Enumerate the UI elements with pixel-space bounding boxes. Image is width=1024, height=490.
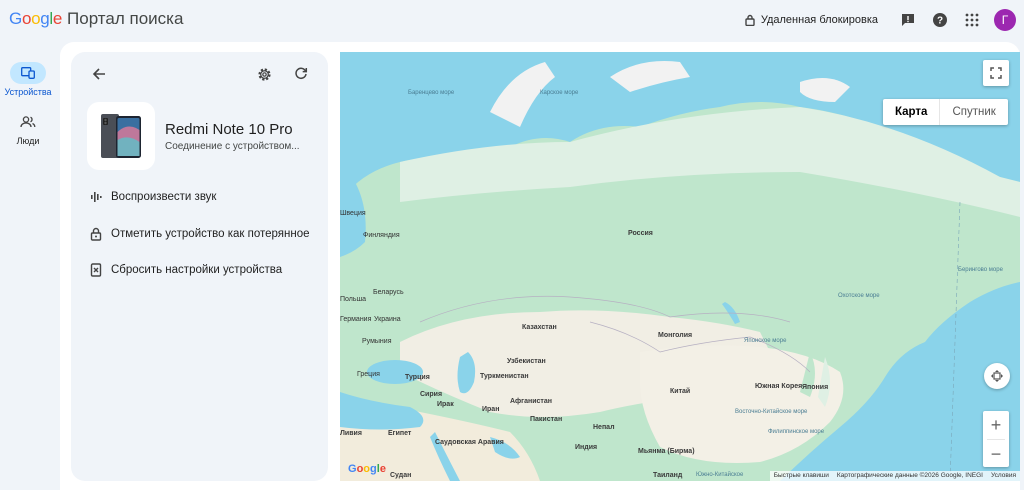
keyboard-shortcuts-link[interactable]: Быстрые клавиши: [770, 471, 833, 481]
account-avatar[interactable]: Г: [994, 9, 1016, 31]
map-label-scs: Южно-Китайское: [696, 472, 744, 478]
svg-text:?: ?: [937, 16, 943, 27]
map-label-russia: Россия: [628, 230, 653, 237]
map-label-ukraine: Украина: [374, 316, 401, 323]
map-label-syria: Сирия: [420, 391, 443, 398]
map-label-pakistan: Пакистан: [530, 416, 563, 423]
map-label-turkey: Турция: [405, 374, 430, 381]
remote-lock-label: Удаленная блокировка: [760, 14, 878, 26]
device-name: Redmi Note 10 Pro: [165, 121, 293, 138]
map-label-turkmenistan: Туркменистан: [480, 373, 529, 380]
mark-lost-label: Отметить устройство как потерянное: [111, 228, 310, 240]
map-label-bering: Берингово море: [958, 267, 1003, 273]
device-panel: Redmi Note 10 Pro Соединение с устройств…: [71, 52, 328, 481]
app-logo[interactable]: Google Портал поиска: [9, 9, 183, 29]
sound-icon: [91, 192, 102, 202]
map-label-afghanistan: Афганистан: [510, 398, 552, 405]
map-label-poland: Польша: [340, 296, 367, 303]
device-settings-button[interactable]: [254, 64, 274, 84]
feedback-icon: [902, 14, 914, 26]
mark-lost-action[interactable]: Отметить устройство как потерянное: [89, 227, 310, 241]
apps-button[interactable]: [960, 8, 984, 32]
map-label-belarus: Беларусь: [373, 289, 404, 296]
help-button[interactable]: ?: [928, 8, 952, 32]
map-view[interactable]: Баренцево море Карское море Россия Швеци…: [340, 52, 1020, 481]
map-label-barents: Баренцево море: [408, 90, 455, 96]
map-label-myanmar: Мьянма (Бирма): [638, 448, 695, 455]
rail-item-people[interactable]: Люди: [0, 111, 56, 146]
arrow-back-icon: [92, 68, 105, 80]
map-label-japan: Япония: [802, 384, 829, 391]
map-label-kazakhstan: Казахстан: [522, 324, 557, 331]
erase-device-action[interactable]: Сбросить настройки устройства: [89, 263, 282, 277]
map-label-sudan: Судан: [390, 472, 412, 479]
google-map-logo: Google: [348, 463, 386, 475]
map-label-sweden: Швеция: [340, 210, 366, 217]
top-bar: Google Портал поиска Удаленная блокировк…: [0, 0, 1024, 40]
zoom-control: + −: [983, 411, 1009, 467]
lock-icon: [745, 14, 755, 26]
map-label-nepal: Непал: [593, 424, 615, 431]
map-label-iraq: Ирак: [437, 401, 454, 408]
map-label-mongolia: Монголия: [658, 332, 693, 339]
apps-grid-icon: [965, 13, 979, 27]
map-label-iran: Иран: [482, 406, 500, 413]
recenter-button[interactable]: [984, 363, 1010, 389]
recenter-icon: [991, 370, 1003, 382]
back-button[interactable]: [89, 64, 109, 84]
map-label-uzbekistan: Узбекистан: [507, 358, 546, 365]
refresh-button[interactable]: [291, 64, 311, 84]
feedback-button[interactable]: [896, 8, 920, 32]
remote-lock-button[interactable]: Удаленная блокировка: [745, 14, 878, 26]
map-label-japan-sea: Японское море: [744, 338, 787, 344]
map-type-map-button[interactable]: Карта: [883, 99, 939, 125]
device-status: Соединение с устройством...: [165, 141, 300, 152]
rail-label-devices: Устройства: [4, 87, 52, 97]
map-label-libya: Ливия: [340, 430, 362, 437]
map-label-kara: Карское море: [540, 90, 579, 96]
zoom-in-button[interactable]: +: [983, 411, 1009, 439]
map-label-skorea: Южная Корея: [755, 383, 803, 390]
map-type-satellite-button[interactable]: Спутник: [939, 99, 1007, 125]
left-nav-rail: Устройства Люди: [0, 62, 56, 160]
google-logo: Google: [9, 9, 63, 28]
erase-device-icon: [90, 263, 102, 277]
map-label-finland: Финляндия: [363, 232, 400, 239]
map-label-okhotsk: Охотское море: [838, 293, 880, 299]
lock-icon: [90, 227, 102, 241]
fullscreen-button[interactable]: [983, 60, 1009, 86]
people-icon: [20, 116, 36, 128]
play-sound-action[interactable]: Воспроизвести звук: [89, 191, 216, 203]
map-label-philippine: Филиппинское море: [768, 429, 825, 435]
map-label-romania: Румыния: [362, 338, 392, 345]
rail-label-people: Люди: [16, 136, 40, 146]
map-label-thailand: Таиланд: [653, 472, 683, 479]
map-label-ecs: Восточно-Китайское море: [735, 409, 808, 415]
map-label-china: Китай: [670, 388, 691, 395]
phone-image: [101, 114, 141, 158]
map-data-credit: Картографические данные ©2026 Google, IN…: [836, 472, 983, 479]
map-label-germany: Германия: [340, 316, 372, 323]
map-label-greece: Греция: [357, 371, 380, 378]
map-label-saudi: Саудовская Аравия: [435, 439, 504, 446]
terms-link[interactable]: Условия: [987, 471, 1020, 481]
zoom-out-button[interactable]: −: [983, 440, 1009, 468]
map-type-switcher: Карта Спутник: [883, 99, 1008, 125]
app-title: Портал поиска: [67, 9, 184, 28]
rail-item-devices[interactable]: Устройства: [0, 62, 56, 97]
device-image-card: [87, 102, 155, 170]
map-attribution: Быстрые клавиши Картографические данные …: [769, 471, 1020, 481]
devices-icon: [21, 67, 35, 79]
refresh-icon: [295, 67, 308, 80]
erase-device-label: Сбросить настройки устройства: [111, 264, 283, 276]
play-sound-label: Воспроизвести звук: [111, 191, 217, 203]
map-label-egypt: Египет: [388, 430, 412, 437]
help-icon: ?: [933, 13, 947, 27]
fullscreen-icon: [990, 67, 1002, 79]
gear-icon: [257, 67, 271, 81]
map-label-india: Индия: [575, 444, 598, 451]
